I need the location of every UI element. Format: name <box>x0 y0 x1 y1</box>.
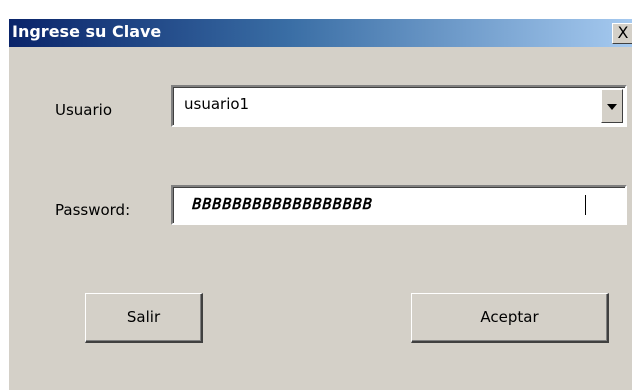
password-label: Password: <box>55 201 131 219</box>
text-caret <box>585 195 586 215</box>
close-icon: X <box>617 23 629 42</box>
exit-button[interactable]: Salir <box>85 293 203 343</box>
user-combobox-value: usuario1 <box>184 95 250 113</box>
login-dialog: Ingrese su Clave X Usuario usuario1 Pass… <box>8 18 632 390</box>
password-masked-value: 𝙱𝙱𝙱𝙱𝙱𝙱𝙱𝙱𝙱𝙱𝙱𝙱𝙱𝙱𝙱𝙱𝙱𝙱 <box>191 195 372 213</box>
window-title: Ingrese su Clave <box>12 22 162 41</box>
accept-button[interactable]: Aceptar <box>411 293 609 343</box>
user-combobox[interactable]: usuario1 <box>171 85 627 127</box>
chevron-down-icon <box>607 104 617 110</box>
title-bar[interactable]: Ingrese su Clave X <box>9 19 632 47</box>
user-label: Usuario <box>55 101 113 119</box>
close-button[interactable]: X <box>612 23 632 44</box>
password-field[interactable]: 𝙱𝙱𝙱𝙱𝙱𝙱𝙱𝙱𝙱𝙱𝙱𝙱𝙱𝙱𝙱𝙱𝙱𝙱 <box>171 185 627 225</box>
user-dropdown-button[interactable] <box>601 89 623 123</box>
